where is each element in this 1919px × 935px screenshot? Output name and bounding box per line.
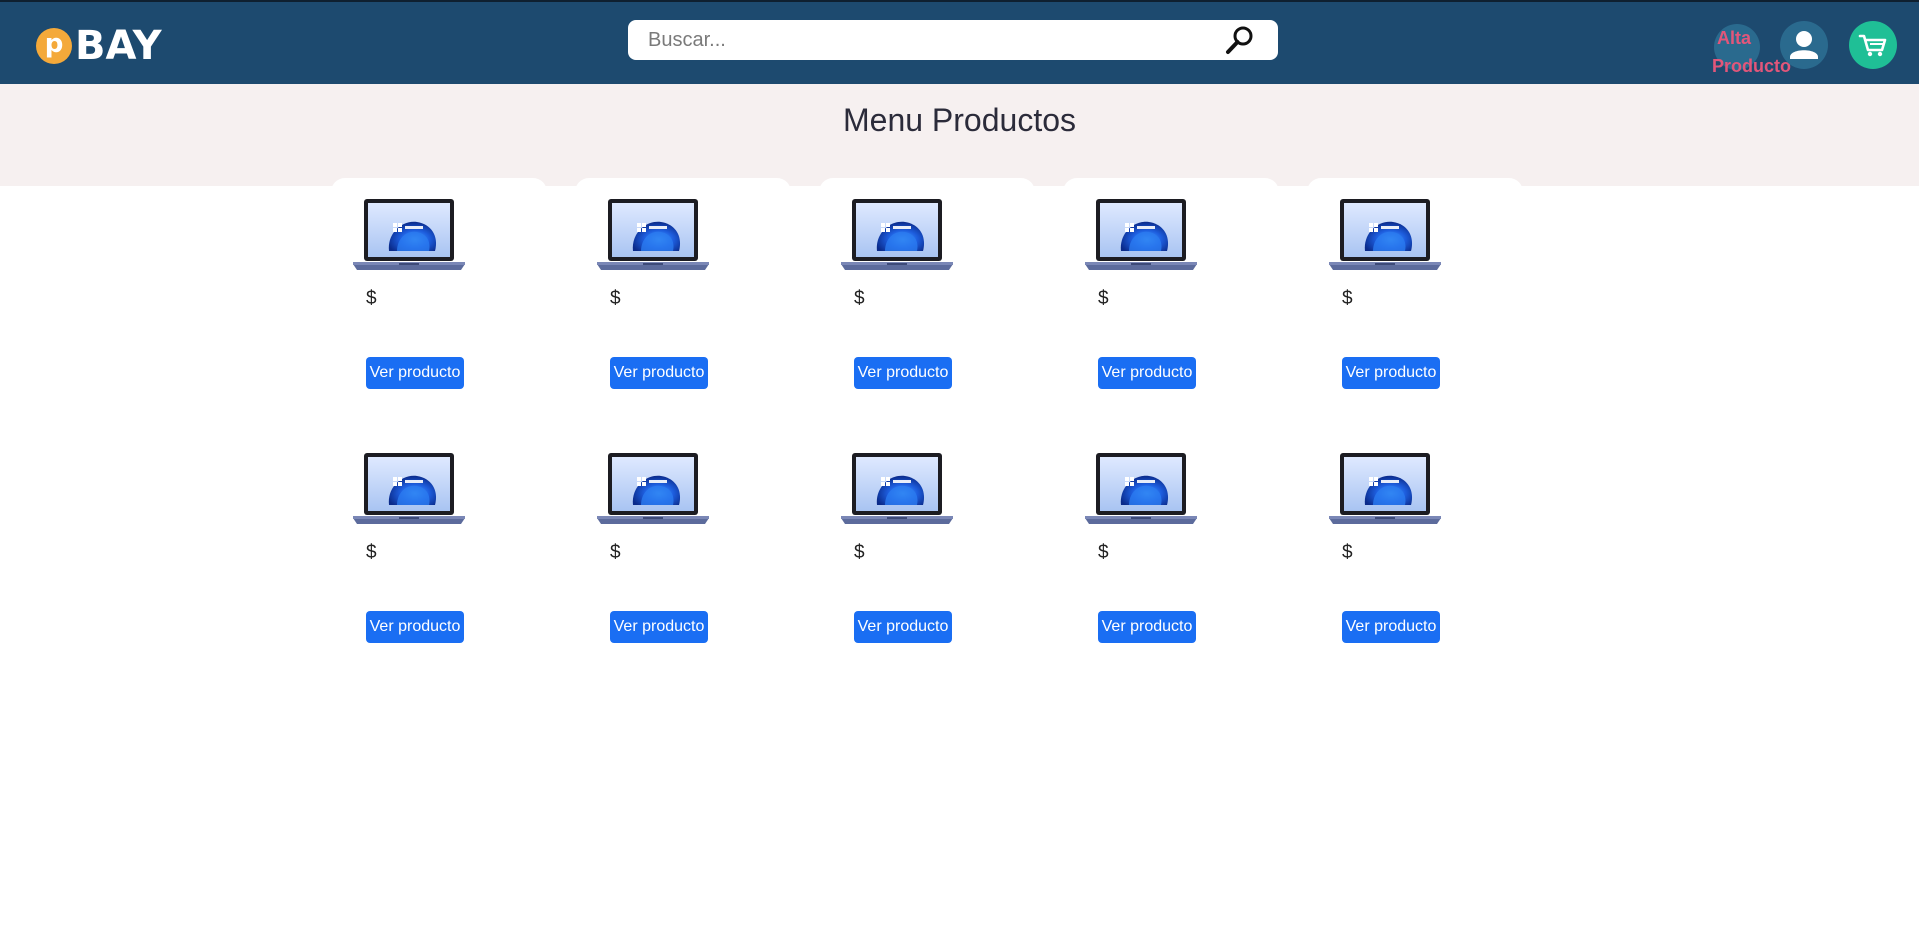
laptop-image — [353, 453, 465, 524]
ver-producto-button[interactable]: Ver producto — [1342, 611, 1440, 643]
product-price: $ — [1098, 288, 1109, 309]
product-price: $ — [366, 542, 377, 563]
navbar: p BAY Alta Producto — [0, 0, 1919, 84]
laptop-image — [1085, 453, 1197, 524]
ver-producto-button[interactable]: Ver producto — [854, 611, 952, 643]
laptop-image — [1329, 199, 1441, 270]
cart-icon — [1858, 34, 1887, 57]
product-price: $ — [610, 542, 621, 563]
laptop-image — [1085, 199, 1197, 270]
ver-producto-button[interactable]: Ver producto — [366, 611, 464, 643]
laptop-image — [597, 453, 709, 524]
ver-producto-button[interactable]: Ver producto — [1098, 611, 1196, 643]
product-price: $ — [610, 288, 621, 309]
laptop-image — [1329, 453, 1441, 524]
product-card: $ Ver producto — [331, 432, 547, 672]
user-button[interactable] — [1780, 21, 1828, 69]
ver-producto-button[interactable]: Ver producto — [1342, 357, 1440, 389]
product-price: $ — [854, 542, 865, 563]
search-icon[interactable] — [1224, 24, 1256, 56]
cart-button[interactable] — [1849, 21, 1897, 69]
product-card: $ Ver producto — [1307, 178, 1523, 418]
laptop-image — [841, 453, 953, 524]
laptop-image — [353, 199, 465, 270]
product-card: $ Ver producto — [819, 178, 1035, 418]
product-card: $ Ver producto — [819, 432, 1035, 672]
product-price: $ — [1342, 288, 1353, 309]
search-input[interactable] — [628, 20, 1208, 60]
product-price: $ — [1098, 542, 1109, 563]
search-bar — [628, 20, 1278, 60]
laptop-image — [597, 199, 709, 270]
laptop-image — [841, 199, 953, 270]
product-card: $ Ver producto — [575, 178, 791, 418]
logo-coin: p — [36, 28, 72, 64]
product-card: $ Ver producto — [1063, 178, 1279, 418]
product-card: $ Ver producto — [331, 178, 547, 418]
ver-producto-button[interactable]: Ver producto — [610, 611, 708, 643]
product-price: $ — [854, 288, 865, 309]
product-card: $ Ver producto — [1063, 432, 1279, 672]
ver-producto-button[interactable]: Ver producto — [1098, 357, 1196, 389]
page-banner: Menu Productos — [0, 84, 1919, 186]
product-card: $ Ver producto — [1307, 432, 1523, 672]
product-card: $ Ver producto — [575, 432, 791, 672]
page-title: Menu Productos — [842, 102, 1076, 138]
user-icon — [1790, 31, 1818, 59]
brand-logo[interactable]: p BAY — [36, 22, 162, 70]
product-price: $ — [1342, 542, 1353, 563]
ver-producto-button[interactable]: Ver producto — [366, 357, 464, 389]
ver-producto-button[interactable]: Ver producto — [610, 357, 708, 389]
product-price: $ — [366, 288, 377, 309]
logo-text: BAY — [75, 23, 162, 69]
ver-producto-button[interactable]: Ver producto — [854, 357, 952, 389]
